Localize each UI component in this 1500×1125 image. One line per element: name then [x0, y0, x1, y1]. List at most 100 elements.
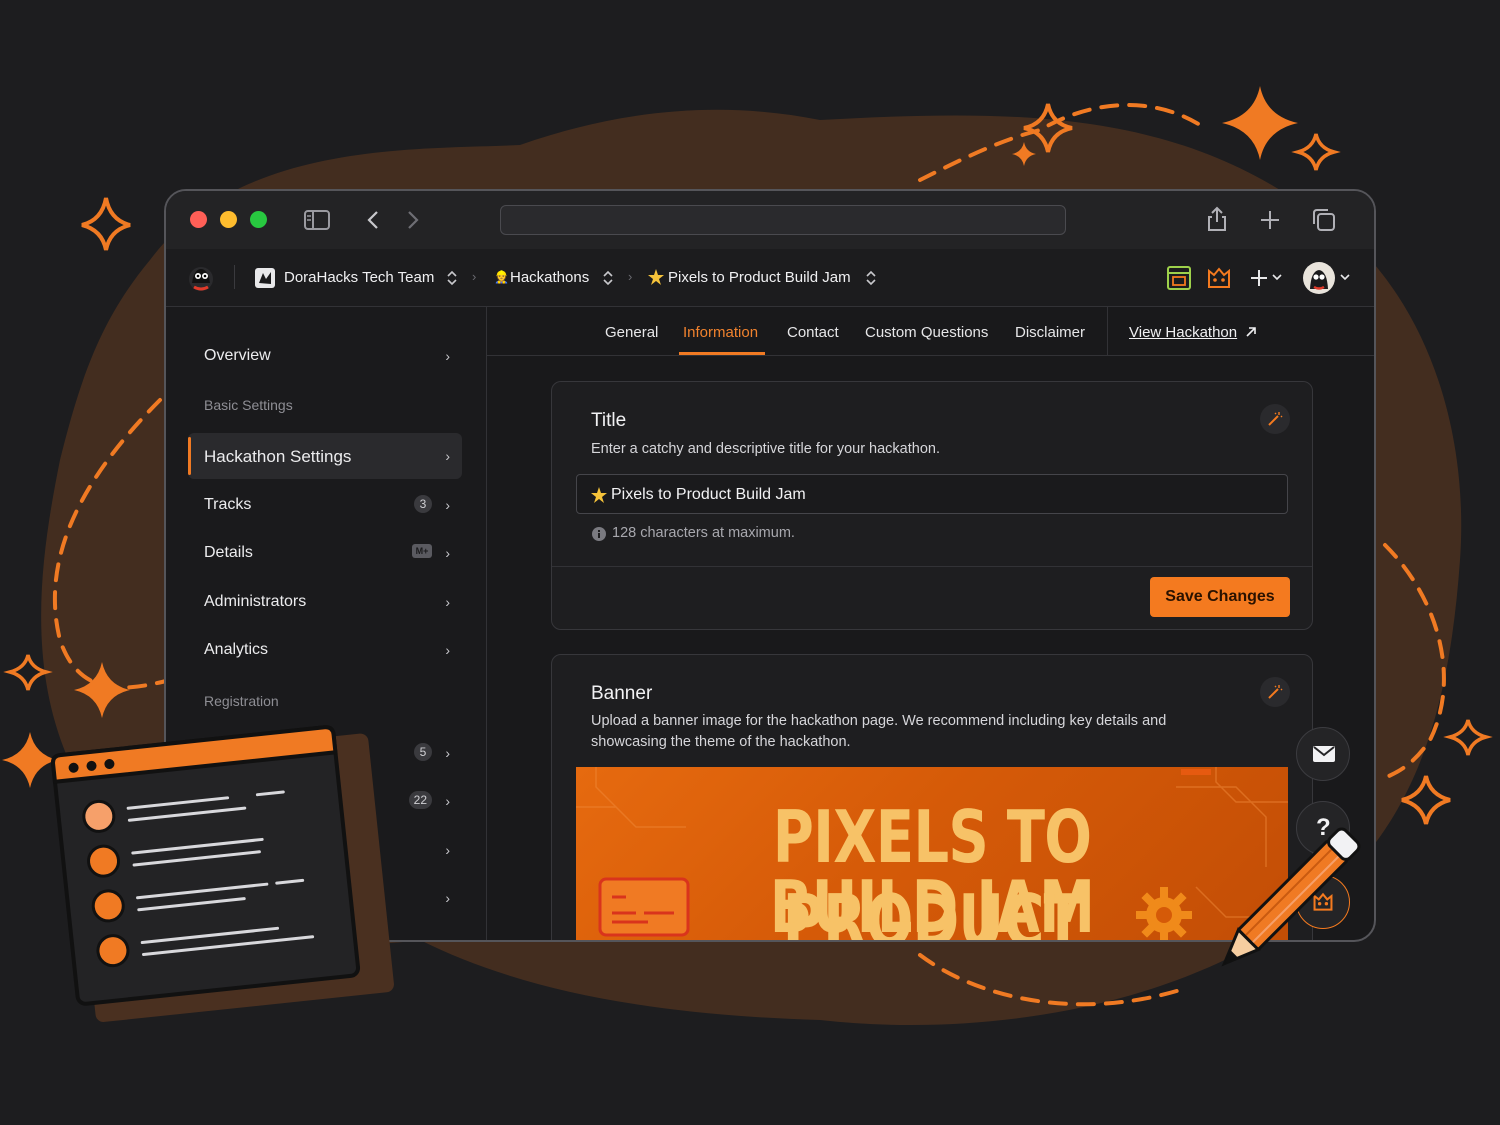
banner-card: Banner Upload a banner image for the hac… — [551, 654, 1313, 942]
tab-disclaimer[interactable]: Disclaimer — [1015, 324, 1085, 341]
plus-icon[interactable] — [1250, 269, 1268, 287]
section-heading: Basic Settings — [204, 397, 293, 413]
chevron-right-icon: › — [445, 497, 450, 513]
info-icon — [592, 527, 606, 541]
chevron-right-icon: › — [445, 745, 450, 761]
count-badge: 3 — [414, 495, 432, 513]
banner-headline-2: BUILD JAM — [769, 865, 1095, 942]
close-window-button[interactable] — [190, 211, 207, 228]
bot-assistant-button[interactable] — [1296, 875, 1350, 929]
breadcrumb-hackathon[interactable]: Pixels to Product Build Jam — [668, 269, 851, 286]
sidebar-item-details[interactable]: Details M+ › — [188, 530, 462, 576]
sidebar-item-registration-3[interactable]: › — [188, 827, 462, 873]
address-bar[interactable] — [500, 205, 1066, 235]
tab-custom-questions[interactable]: Custom Questions — [865, 324, 988, 341]
app-header: DoraHacks Tech Team › 👷 Hackathons › Pix… — [166, 249, 1374, 307]
mail-icon — [1313, 746, 1335, 762]
star-icon — [591, 487, 607, 503]
chevron-right-icon: › — [445, 642, 450, 658]
help-icon: ? — [1316, 814, 1331, 841]
chevron-updown-icon[interactable] — [603, 270, 613, 286]
chevron-right-icon: › — [445, 890, 450, 906]
tabs-icon[interactable] — [1312, 208, 1336, 232]
header-divider — [234, 265, 235, 289]
count-badge: 5 — [414, 743, 432, 761]
chevron-down-icon[interactable] — [1272, 274, 1282, 282]
markdown-badge: M+ — [412, 544, 432, 558]
sidebar-item-analytics[interactable]: Analytics › — [188, 627, 462, 673]
breadcrumb-separator: › — [472, 269, 477, 284]
new-tab-icon[interactable] — [1260, 210, 1280, 230]
sidebar: Overview › Basic Settings Hackathon Sett… — [166, 307, 487, 940]
bot-icon — [1313, 892, 1333, 911]
share-icon[interactable] — [1206, 206, 1228, 232]
banner-image[interactable]: PIXELS TO PRODUCT BUILD JAM — [576, 767, 1288, 942]
sidebar-item-label: Details — [204, 544, 253, 561]
contact-button[interactable] — [1296, 727, 1350, 781]
sidebar-item-registration-1[interactable]: 5 › — [188, 730, 462, 776]
logo-icon[interactable] — [186, 263, 216, 293]
sidebar-item-label: Administrators — [204, 593, 307, 610]
chevron-right-icon: › — [445, 545, 450, 561]
avatar-icon[interactable] — [1302, 261, 1336, 295]
chevron-updown-icon[interactable] — [447, 270, 457, 286]
save-changes-button[interactable]: Save Changes — [1150, 577, 1290, 617]
card-divider — [552, 566, 1312, 567]
sidebar-item-label: Overview — [204, 347, 271, 364]
chevron-right-icon: › — [445, 348, 450, 364]
magic-wand-icon — [1268, 685, 1283, 699]
card-description: Enter a catchy and descriptive title for… — [591, 441, 940, 457]
magic-wand-button[interactable] — [1260, 404, 1290, 434]
sidebar-toggle-icon[interactable] — [304, 210, 330, 230]
browser-chrome — [166, 191, 1374, 250]
sidebar-item-label: Tracks — [204, 496, 252, 513]
external-link-icon[interactable] — [1245, 326, 1257, 338]
magic-wand-button[interactable] — [1260, 677, 1290, 707]
tab-bar: General Information Contact Custom Quest… — [487, 307, 1374, 356]
magic-wand-icon — [1268, 412, 1283, 426]
breadcrumb-separator: › — [628, 269, 633, 284]
workers-icon: 👷 — [494, 270, 509, 284]
sidebar-item-label: Analytics — [204, 641, 269, 658]
sidebar-item-hackathon-settings[interactable]: Hackathon Settings › — [188, 433, 462, 479]
bot-icon[interactable] — [1206, 265, 1232, 291]
team-icon — [255, 268, 275, 288]
card-title: Title — [591, 410, 627, 431]
help-button[interactable]: ? — [1296, 801, 1350, 855]
count-badge: 22 — [408, 791, 432, 809]
forward-icon[interactable] — [406, 210, 420, 230]
tab-contact[interactable]: Contact — [787, 324, 839, 341]
tab-general[interactable]: General — [605, 324, 658, 341]
title-hint: 128 characters at maximum. — [612, 525, 795, 541]
maximize-window-button[interactable] — [250, 211, 267, 228]
browser-window: DoraHacks Tech Team › 👷 Hackathons › Pix… — [164, 189, 1376, 942]
chevron-right-icon: › — [445, 594, 450, 610]
chevron-right-icon: › — [445, 793, 450, 809]
sidebar-item-label: Hackathon Settings — [204, 447, 352, 466]
view-hackathon-link[interactable]: View Hackathon — [1129, 324, 1237, 341]
title-card: Title Enter a catchy and descriptive tit… — [551, 381, 1313, 630]
tab-divider — [1107, 307, 1108, 355]
star-icon — [648, 269, 664, 285]
card-title: Banner — [591, 683, 653, 704]
breadcrumb-team[interactable]: DoraHacks Tech Team — [284, 269, 434, 286]
tab-information[interactable]: Information — [683, 324, 758, 341]
chevron-right-icon: › — [445, 448, 450, 464]
title-input[interactable]: Pixels to Product Build Jam — [576, 474, 1288, 514]
sidebar-item-tracks[interactable]: Tracks 3 › — [188, 482, 462, 528]
chevron-right-icon: › — [445, 842, 450, 858]
card-description: Upload a banner image for the hackathon … — [591, 713, 1167, 750]
minimize-window-button[interactable] — [220, 211, 237, 228]
sidebar-item-registration-2[interactable]: 22 › — [188, 778, 462, 824]
sidebar-item-registration-4[interactable]: › — [188, 875, 462, 921]
sidebar-item-overview[interactable]: Overview › — [188, 333, 462, 379]
section-heading: Registration — [204, 693, 279, 709]
workspace-icon[interactable] — [1166, 265, 1192, 291]
chevron-down-icon[interactable] — [1340, 274, 1350, 282]
sidebar-item-administrators[interactable]: Administrators › — [188, 579, 462, 625]
active-tab-indicator — [679, 352, 765, 355]
chevron-updown-icon[interactable] — [866, 270, 876, 286]
back-icon[interactable] — [366, 210, 380, 230]
title-input-value: Pixels to Product Build Jam — [611, 486, 806, 503]
breadcrumb-hackathons[interactable]: Hackathons — [510, 269, 589, 286]
